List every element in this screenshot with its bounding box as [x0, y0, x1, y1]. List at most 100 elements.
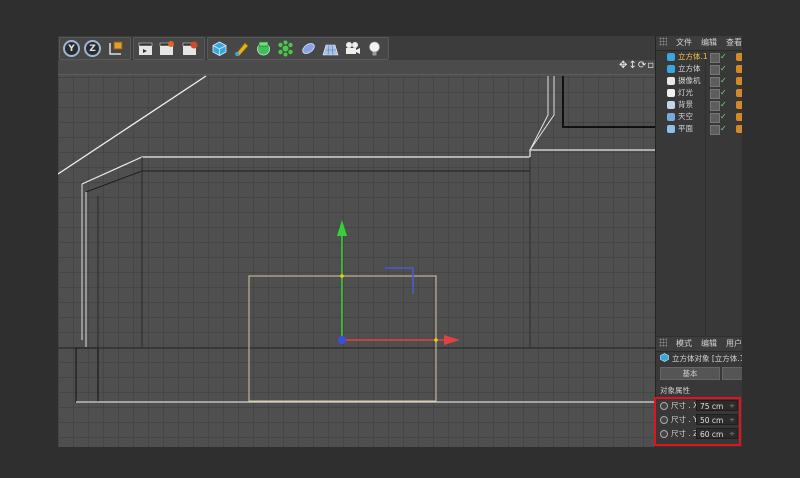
cabinet-dark-edge	[562, 76, 655, 128]
viewport-nav-icons: ✥↕⟳▫	[619, 60, 655, 74]
layer-toggle[interactable]	[710, 65, 720, 75]
enabled-check-icon[interactable]: ✓	[720, 87, 727, 99]
menu-user-data[interactable]: 用户数据	[726, 339, 742, 348]
object-row[interactable]: 摄像机 ✓	[656, 75, 742, 87]
clapper-icon	[138, 42, 153, 55]
camera-icon	[346, 42, 360, 54]
layer-toggle[interactable]	[710, 101, 720, 111]
tag-icon[interactable]	[736, 113, 742, 121]
tag-icon[interactable]	[736, 89, 742, 97]
object-name: 摄像机	[678, 76, 701, 85]
bend-deformer-icon	[302, 43, 315, 54]
cloner-button[interactable]	[277, 40, 294, 57]
light-bulb-icon	[369, 41, 380, 56]
tag-icon[interactable]	[736, 77, 742, 85]
object-name: 背景	[678, 100, 693, 109]
light-tool-button[interactable]	[366, 40, 383, 57]
cabinet-top-edge	[529, 149, 655, 157]
subdivision-surface-button[interactable]	[255, 40, 272, 57]
rotation-handle[interactable]	[385, 267, 414, 294]
menu-view[interactable]: 查看	[726, 38, 742, 47]
enabled-check-icon[interactable]: ✓	[720, 51, 727, 63]
object-name: 灯光	[678, 88, 693, 97]
y-axis-point	[340, 274, 344, 278]
tag-icon[interactable]	[736, 53, 742, 61]
panel-grip-icon[interactable]	[659, 338, 667, 347]
enabled-check-icon[interactable]: ✓	[720, 99, 727, 111]
cube-tool-button[interactable]	[211, 40, 228, 57]
clapper-settings-icon	[182, 41, 198, 55]
object-name: 立方体.1	[678, 52, 708, 61]
tab-basic[interactable]: 基本	[660, 367, 720, 380]
z-axis-icon: Z	[84, 40, 101, 57]
floor-grid-icon	[322, 44, 339, 56]
attribute-title: 立方体对象 [立方体.1]	[656, 352, 742, 366]
floor-environment-button[interactable]	[322, 40, 339, 57]
render-view-button[interactable]	[137, 40, 154, 57]
cube-icon	[212, 41, 227, 56]
object-row[interactable]: 天空 ✓	[656, 111, 742, 123]
menu-mode[interactable]: 模式	[676, 339, 692, 348]
enabled-check-icon[interactable]: ✓	[720, 123, 727, 135]
layer-toggle[interactable]	[710, 125, 720, 135]
object-name: 立方体	[678, 64, 701, 73]
plane-icon	[667, 125, 675, 133]
tag-icon[interactable]	[736, 125, 742, 133]
light-icon	[667, 89, 675, 97]
object-row[interactable]: 灯光 ✓	[656, 87, 742, 99]
table-inner-edge	[85, 170, 530, 193]
deformer-button[interactable]	[300, 40, 317, 57]
tab-basic-label: 基本	[682, 369, 698, 378]
layer-toggle[interactable]	[710, 77, 720, 87]
tab-next[interactable]	[722, 367, 742, 380]
layer-toggle[interactable]	[710, 113, 720, 123]
zoom-view-icon[interactable]: ↕	[628, 60, 637, 71]
render-picture-viewer-button[interactable]	[158, 40, 175, 57]
cube-icon	[667, 53, 675, 61]
clapper-render-icon	[159, 41, 174, 55]
enabled-check-icon[interactable]: ✓	[720, 63, 727, 75]
x-axis-arrow[interactable]	[444, 335, 460, 345]
object-row[interactable]: 平面 ✓	[656, 123, 742, 135]
spline-pen-button[interactable]	[233, 40, 250, 57]
x-axis-point	[434, 338, 438, 342]
viewport-header-strip: ✥↕⟳▫	[58, 60, 655, 75]
panel-grip-icon[interactable]	[659, 37, 667, 46]
object-tools-group	[207, 37, 389, 60]
rotate-view-icon[interactable]: ⟳	[638, 60, 647, 71]
sky-icon	[667, 113, 675, 121]
object-name: 天空	[678, 112, 693, 121]
object-manager-menu: 文件 编辑 查看	[656, 36, 742, 51]
lock-y-axis-button[interactable]: Y	[63, 40, 80, 57]
y-axis-arrow[interactable]	[337, 220, 347, 236]
layer-toggle[interactable]	[710, 53, 720, 63]
world-coordinate-icon	[109, 41, 123, 55]
enabled-check-icon[interactable]: ✓	[720, 75, 727, 87]
attribute-title-text: 立方体对象 [立方体.1]	[672, 354, 742, 363]
camera-tool-button[interactable]	[344, 40, 361, 57]
cube-icon	[667, 65, 675, 73]
tag-icon[interactable]	[736, 65, 742, 73]
perspective-viewport[interactable]	[58, 60, 655, 447]
object-row[interactable]: 背景 ✓	[656, 99, 742, 111]
y-axis-icon: Y	[63, 40, 80, 57]
lock-z-axis-button[interactable]: Z	[84, 40, 101, 57]
render-settings-button[interactable]	[181, 40, 198, 57]
subdivision-icon	[257, 41, 270, 56]
toggle-view-icon[interactable]: ▫	[647, 60, 655, 71]
menu-edit[interactable]: 编辑	[701, 339, 717, 348]
scene-wireframe	[58, 75, 655, 403]
enabled-check-icon[interactable]: ✓	[720, 111, 727, 123]
tag-icon[interactable]	[736, 101, 742, 109]
object-row[interactable]: 立方体 ✓	[656, 63, 742, 75]
menu-file[interactable]: 文件	[676, 38, 692, 47]
coordinate-system-button[interactable]	[107, 40, 124, 57]
wall-edge-line	[58, 75, 207, 175]
lock-z-label: Z	[89, 43, 96, 54]
layer-toggle[interactable]	[710, 89, 720, 99]
axis-origin-handle[interactable]	[338, 336, 346, 344]
object-row[interactable]: 立方体.1 ✓	[656, 51, 742, 63]
menu-edit[interactable]: 编辑	[701, 38, 717, 47]
render-group	[133, 37, 205, 60]
axis-lock-group: Y Z	[59, 37, 131, 60]
